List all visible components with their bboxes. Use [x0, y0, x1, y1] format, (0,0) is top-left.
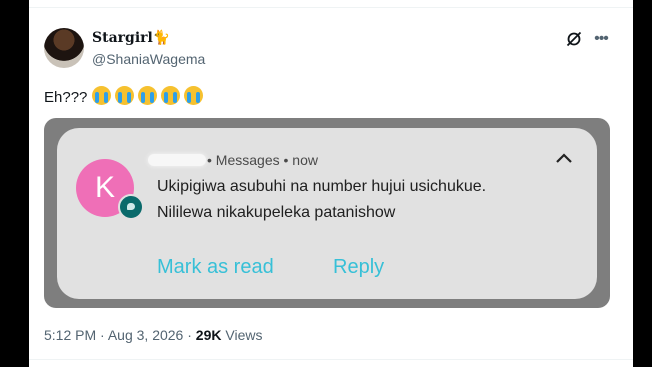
- tweet-image[interactable]: K • Messages • now Ukipigiwa asubuhi na …: [44, 118, 610, 308]
- tweet-body: Eh???: [44, 89, 88, 106]
- loudly-crying-face-icon: [91, 86, 111, 105]
- divider: [29, 359, 633, 360]
- separator: ·: [100, 327, 105, 343]
- tweet-text: Eh???: [44, 86, 207, 106]
- grok-icon[interactable]: [565, 30, 583, 48]
- cat-emoji-icon: 🐈: [152, 30, 171, 46]
- loudly-crying-face-icon: [137, 86, 157, 105]
- views-label: Views: [225, 327, 263, 343]
- mark-as-read-button: Mark as read: [157, 256, 274, 278]
- tweet-timestamp: 5:12 PM · Aug 3, 2026 · 29K Views: [44, 327, 262, 343]
- loudly-crying-face-icon: [114, 86, 134, 105]
- reply-button: Reply: [333, 256, 385, 278]
- tweet-date[interactable]: Aug 3, 2026: [108, 327, 184, 343]
- avatar[interactable]: [44, 28, 84, 68]
- messages-app-icon: [118, 194, 144, 220]
- chevron-up-icon: [556, 153, 572, 163]
- meta-separator: •: [207, 152, 212, 168]
- notification-time: now: [292, 152, 318, 168]
- redacted-sender-name: [148, 154, 206, 166]
- app-name: Messages: [215, 152, 280, 168]
- loudly-crying-face-icon: [183, 86, 203, 105]
- separator: ·: [187, 327, 192, 343]
- notification-card: K • Messages • now Ukipigiwa asubuhi na …: [57, 128, 597, 299]
- views-count[interactable]: 29K: [196, 327, 222, 343]
- handle[interactable]: @ShaniaWagema: [92, 51, 205, 67]
- display-name[interactable]: Stargirl🐈: [92, 30, 170, 46]
- notification-meta: • Messages • now: [207, 152, 318, 168]
- tweet-card: Stargirl🐈 @ShaniaWagema ••• Eh??? K • Me…: [29, 0, 633, 367]
- message-line-2: Nililewa nikakupeleka patanishow: [157, 204, 396, 221]
- message-line-1: Ukipigiwa asubuhi na number hujui usichu…: [157, 178, 487, 195]
- emoji-row: [91, 86, 207, 106]
- more-options-icon[interactable]: •••: [591, 29, 611, 49]
- loudly-crying-face-icon: [160, 86, 180, 105]
- divider: [29, 7, 633, 8]
- tweet-time[interactable]: 5:12 PM: [44, 327, 96, 343]
- meta-separator: •: [283, 152, 289, 168]
- display-name-text: Stargirl: [92, 30, 153, 46]
